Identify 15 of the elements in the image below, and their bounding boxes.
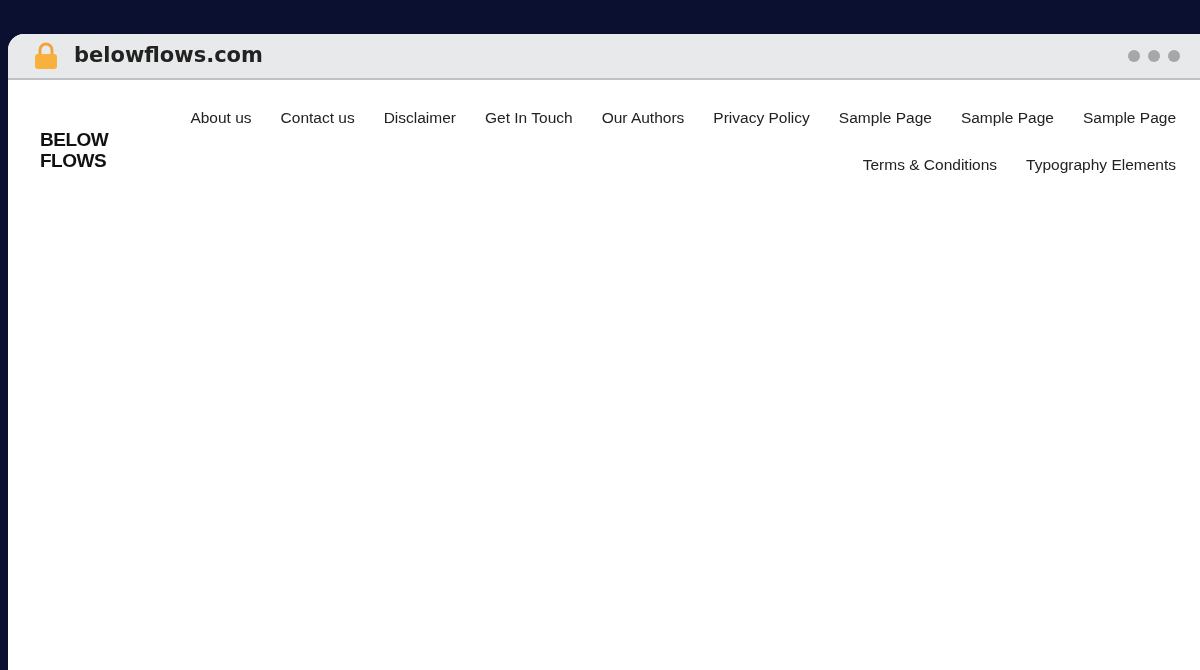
- nav-link[interactable]: Privacy Policy: [713, 106, 810, 130]
- nav-link[interactable]: Sample Page: [960, 106, 1054, 130]
- nav-link[interactable]: Contact us: [280, 106, 355, 130]
- lock-icon: [34, 42, 58, 70]
- nav-link[interactable]: Sample Page: [1082, 106, 1176, 130]
- nav-link[interactable]: Sample Page: [838, 106, 932, 130]
- nav-link[interactable]: About us: [190, 106, 252, 130]
- nav-link[interactable]: Disclaimer: [383, 106, 456, 130]
- nav-link[interactable]: Our Authors: [601, 106, 685, 130]
- url-text[interactable]: belowflows.com: [74, 40, 263, 72]
- site-logo[interactable]: BELOW FLOWS: [40, 130, 120, 172]
- nav-link[interactable]: Terms & Conditions: [862, 153, 998, 177]
- window-controls-icon: [1128, 50, 1180, 62]
- nav-link[interactable]: Typography Elements: [1026, 153, 1176, 177]
- nav-link[interactable]: Get In Touch: [485, 106, 573, 130]
